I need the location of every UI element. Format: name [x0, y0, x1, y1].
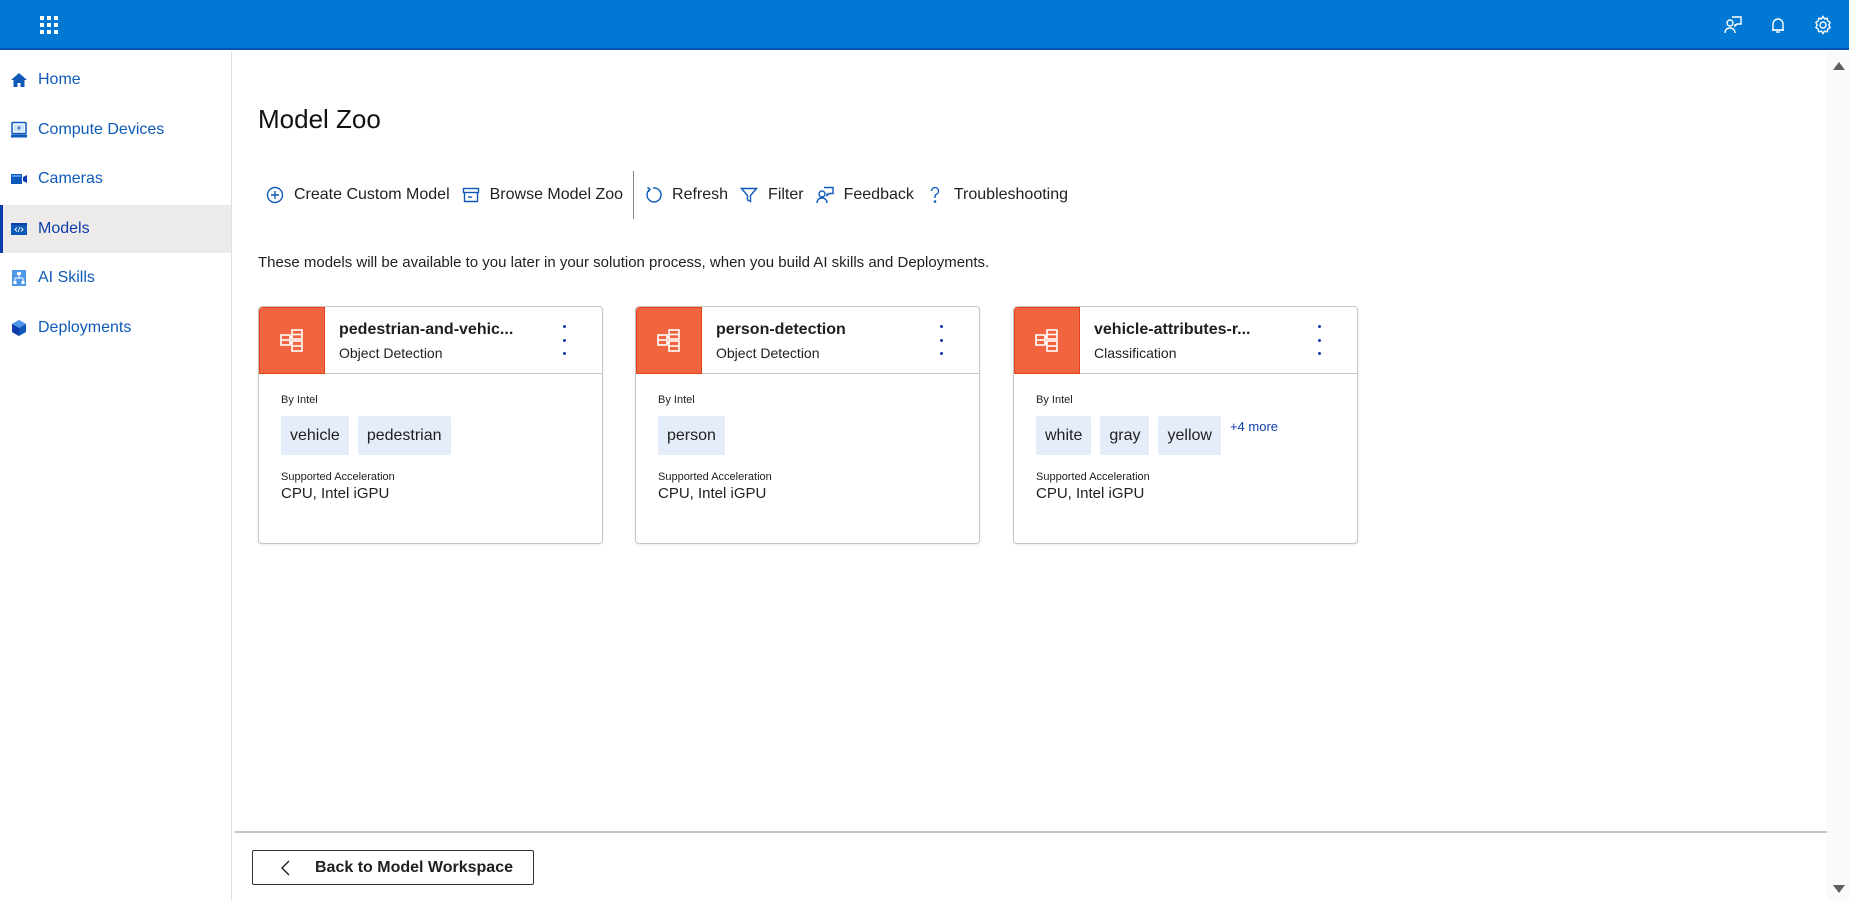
- top-bar: [0, 0, 1849, 50]
- page-title: Model Zoo: [258, 104, 381, 134]
- model-badge: [259, 307, 325, 374]
- ai-skill-icon: [10, 269, 28, 287]
- camera-icon: [10, 170, 28, 188]
- model-badge: [636, 307, 702, 374]
- acceleration-label: Supported Acceleration: [658, 471, 772, 483]
- sidebar: Home Compute Devices Cameras Models AI S…: [0, 52, 232, 901]
- more-options-icon[interactable]: [1311, 325, 1327, 355]
- model-name: pedestrian-and-vehic...: [339, 321, 514, 338]
- model-card[interactable]: person-detection Object Detection By Int…: [635, 306, 980, 544]
- model-badge: [1014, 307, 1080, 374]
- bell-icon[interactable]: [1755, 0, 1800, 50]
- scroll-up-arrow-icon[interactable]: [1833, 62, 1845, 70]
- footer-divider: [235, 831, 1827, 833]
- model-icon: [280, 328, 303, 352]
- sidebar-item-label: Compute Devices: [38, 121, 165, 138]
- model-icon: [10, 220, 28, 238]
- waffle-icon[interactable]: [40, 16, 58, 34]
- refresh-icon: [646, 186, 662, 203]
- sidebar-item-ai-skills[interactable]: AI Skills: [0, 254, 231, 302]
- sidebar-item-cameras[interactable]: Cameras: [0, 155, 231, 203]
- acceleration-label: Supported Acceleration: [281, 471, 395, 483]
- filter-label: Filter: [768, 186, 804, 203]
- command-bar: Create Custom Model Browse Model Zoo Ref…: [262, 171, 1076, 219]
- feedback-label: Feedback: [843, 186, 914, 203]
- page-description: These models will be available to you la…: [258, 254, 990, 271]
- label-tag: pedestrian: [357, 416, 451, 455]
- home-icon: [10, 71, 28, 89]
- feedback-button[interactable]: Feedback: [812, 180, 922, 210]
- model-icon: [1035, 328, 1058, 352]
- sidebar-item-models[interactable]: Models: [0, 205, 231, 253]
- more-options-icon[interactable]: [556, 325, 572, 355]
- create-custom-model-label: Create Custom Model: [294, 186, 450, 203]
- sidebar-item-compute-devices[interactable]: Compute Devices: [0, 106, 231, 154]
- model-type: Classification: [1094, 345, 1177, 361]
- scroll-down-arrow-icon[interactable]: [1833, 885, 1845, 893]
- troubleshooting-label: Troubleshooting: [953, 186, 1069, 203]
- create-custom-model-button[interactable]: Create Custom Model: [262, 180, 458, 210]
- model-card[interactable]: vehicle-attributes-r... Classification B…: [1013, 306, 1358, 544]
- feedback-icon[interactable]: [1710, 0, 1755, 50]
- acceleration-label: Supported Acceleration: [1036, 471, 1150, 483]
- acceleration-value: CPU, Intel iGPU: [658, 485, 767, 502]
- more-options-icon[interactable]: [933, 325, 949, 355]
- refresh-button[interactable]: Refresh: [640, 180, 736, 210]
- model-name: vehicle-attributes-r...: [1094, 321, 1251, 338]
- archive-icon: [462, 187, 479, 203]
- sidebar-item-label: Deployments: [38, 319, 132, 336]
- model-type: Object Detection: [339, 345, 443, 361]
- filter-icon: [740, 187, 759, 203]
- back-to-model-workspace-button[interactable]: Back to Model Workspace: [252, 850, 534, 885]
- deployment-icon: [10, 319, 28, 337]
- sidebar-item-label: Home: [38, 71, 81, 88]
- model-publisher: By Intel: [281, 394, 318, 406]
- label-tag: person: [658, 416, 725, 455]
- model-publisher: By Intel: [1036, 394, 1073, 406]
- model-card[interactable]: pedestrian-and-vehic... Object Detection…: [258, 306, 603, 544]
- more-tags-link[interactable]: +4 more: [1230, 419, 1278, 434]
- question-icon: [930, 186, 940, 203]
- label-tag: yellow: [1158, 416, 1221, 455]
- filter-button[interactable]: Filter: [736, 180, 812, 210]
- model-type: Object Detection: [716, 345, 820, 361]
- compute-device-icon: [10, 121, 28, 139]
- sidebar-item-label: AI Skills: [38, 269, 95, 286]
- vertical-scrollbar[interactable]: [1827, 52, 1849, 901]
- acceleration-value: CPU, Intel iGPU: [281, 485, 390, 502]
- model-name: person-detection: [716, 321, 846, 338]
- browse-model-zoo-button[interactable]: Browse Model Zoo: [458, 180, 631, 210]
- feedback-icon: [815, 186, 834, 204]
- sidebar-item-label: Cameras: [38, 170, 103, 187]
- browse-model-zoo-label: Browse Model Zoo: [489, 186, 624, 203]
- troubleshooting-button[interactable]: Troubleshooting: [922, 180, 1076, 210]
- gear-icon[interactable]: [1800, 0, 1845, 50]
- label-tag: white: [1036, 416, 1092, 455]
- back-button-label: Back to Model Workspace: [315, 858, 513, 876]
- sidebar-item-deployments[interactable]: Deployments: [0, 304, 231, 352]
- model-icon: [657, 328, 680, 352]
- refresh-label: Refresh: [672, 186, 729, 203]
- label-tag: vehicle: [281, 416, 349, 455]
- add-circle-icon: [266, 186, 284, 204]
- model-publisher: By Intel: [658, 394, 695, 406]
- sidebar-item-label: Models: [38, 220, 90, 237]
- sidebar-item-home[interactable]: Home: [0, 56, 231, 104]
- label-tag: gray: [1100, 416, 1150, 455]
- acceleration-value: CPU, Intel iGPU: [1036, 485, 1145, 502]
- chevron-left-icon: [281, 860, 290, 875]
- toolbar-divider: [633, 171, 635, 219]
